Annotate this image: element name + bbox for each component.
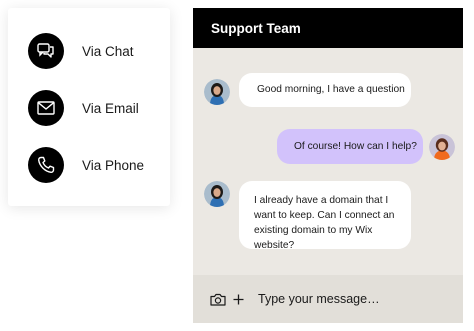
chat-icon xyxy=(28,33,64,69)
message-bubble: Good morning, I have a question xyxy=(239,73,411,107)
message-bubble: I already have a domain that I want to k… xyxy=(239,181,411,251)
phone-icon xyxy=(28,147,64,183)
customer-avatar xyxy=(204,181,230,207)
message-bubble: Of course! How can I help? xyxy=(277,129,423,164)
message-text: I already have a domain that I want to k… xyxy=(254,195,395,251)
support-agent-avatar xyxy=(429,134,455,160)
email-icon xyxy=(28,90,64,126)
message-composer: Type your message… xyxy=(193,275,463,323)
contact-options-card: Via Chat Via Email Via Phone xyxy=(8,8,170,206)
via-chat-option[interactable]: Via Chat xyxy=(28,33,134,69)
chat-header: Support Team xyxy=(193,8,463,48)
via-email-label: Via Email xyxy=(82,100,139,116)
camera-icon[interactable] xyxy=(210,293,226,306)
customer-avatar xyxy=(204,79,230,105)
chat-title: Support Team xyxy=(211,20,301,36)
chat-panel: Support Team Good morning, I have a ques… xyxy=(193,8,463,323)
message-text: Of course! How can I help? xyxy=(294,141,417,152)
via-email-option[interactable]: Via Email xyxy=(28,90,139,126)
message-text: Good morning, I have a question xyxy=(257,84,405,95)
message-input[interactable]: Type your message… xyxy=(258,292,380,306)
add-attachment-icon[interactable] xyxy=(233,294,244,305)
via-phone-label: Via Phone xyxy=(82,157,145,173)
via-phone-option[interactable]: Via Phone xyxy=(28,147,144,183)
via-chat-label: Via Chat xyxy=(82,43,134,59)
